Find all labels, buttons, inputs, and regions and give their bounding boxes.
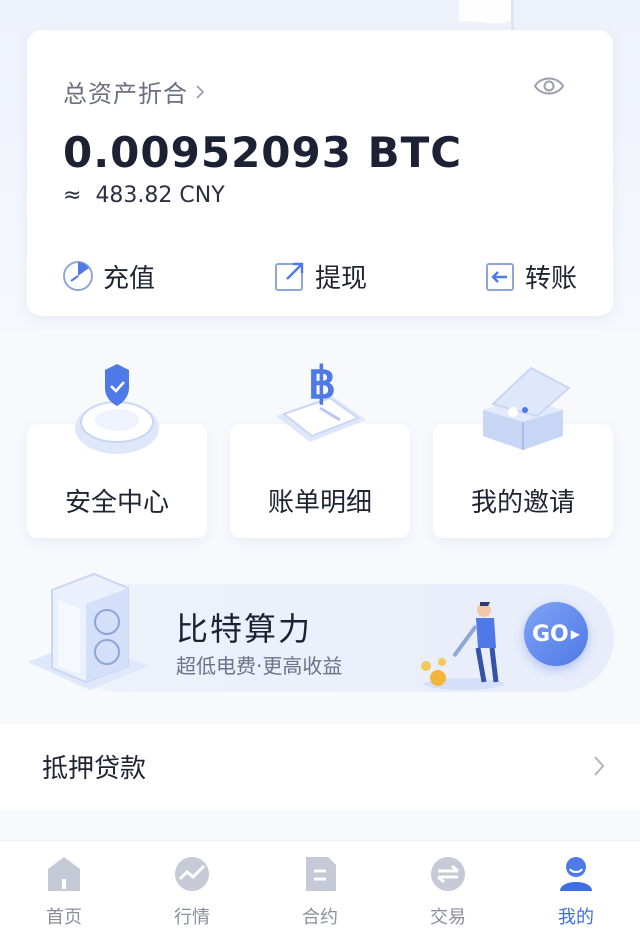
cny-balance-row: ≈483.82 CNY [63, 183, 225, 208]
svg-text:฿: ฿ [308, 359, 336, 408]
btc-balance: 0.00952093 BTC [63, 128, 463, 177]
contract-icon [306, 857, 336, 891]
hashrate-banner[interactable]: 比特算力 超低电费·更高收益 GO ▶ [24, 572, 618, 692]
withdraw-icon [275, 262, 304, 291]
shield-icon [75, 364, 159, 454]
deposit-label: 充值 [103, 263, 156, 294]
bill-details-label: 账单明细 [267, 488, 372, 518]
deposit-button[interactable]: 充值 [61, 252, 155, 300]
mining-machine-icon [28, 572, 148, 690]
tab-mine[interactable]: 我的 [526, 851, 626, 931]
go-button[interactable]: GO ▶ [524, 602, 588, 666]
total-assets-link[interactable]: 总资产折合 [63, 74, 206, 109]
bill-details-tile[interactable]: ฿ 账单明细 [230, 358, 410, 538]
transfer-label: 转账 [525, 263, 578, 294]
withdraw-button[interactable]: 提现 [273, 252, 367, 300]
miner-figure-icon [421, 602, 504, 690]
tab-home[interactable]: 首页 [14, 851, 114, 931]
chevron-right-icon [196, 84, 205, 99]
bitcoin-phone-icon: ฿ [276, 359, 366, 442]
asset-card: 总资产折合 0.00952093 BTC ≈483.82 CNY 充值 提现 转… [27, 30, 613, 316]
security-center-tile[interactable]: 安全中心 [27, 358, 207, 538]
transfer-icon [486, 263, 514, 291]
chevron-right-icon [594, 756, 605, 776]
tab-trade[interactable]: 交易 [398, 851, 498, 931]
flag-decoration-icon [459, 0, 514, 32]
tab-market-label: 行情 [174, 907, 210, 928]
tab-market[interactable]: 行情 [142, 851, 242, 931]
play-arrow-icon: ▶ [570, 627, 580, 641]
my-invites-label: 我的邀请 [470, 488, 575, 518]
home-icon [48, 857, 80, 891]
tab-mine-label: 我的 [558, 907, 594, 928]
exchange-icon [431, 857, 465, 891]
approx-symbol: ≈ [63, 183, 82, 208]
withdraw-label: 提现 [315, 263, 368, 294]
banner-subtitle: 超低电费·更高收益 [176, 654, 343, 678]
my-invites-tile[interactable]: 我的邀请 [433, 358, 613, 538]
asset-actions: 充值 提现 转账 [27, 252, 613, 302]
bottom-tab-bar: 首页 行情 合约 交易 我的 [0, 840, 640, 933]
total-assets-label: 总资产折合 [63, 80, 188, 108]
user-icon [560, 857, 592, 891]
go-label: GO [532, 621, 569, 647]
eye-icon[interactable] [533, 74, 565, 98]
tab-trade-label: 交易 [430, 907, 466, 928]
collateral-loan-label: 抵押贷款 [42, 754, 147, 784]
tab-contract-label: 合约 [302, 907, 338, 928]
banner-title: 比特算力 [176, 610, 313, 648]
tab-contract[interactable]: 合约 [270, 851, 370, 931]
transfer-button[interactable]: 转账 [483, 252, 577, 300]
deposit-icon [63, 261, 93, 291]
security-center-label: 安全中心 [64, 488, 169, 518]
tab-home-label: 首页 [46, 907, 82, 928]
chart-icon [175, 857, 209, 891]
gift-box-icon [483, 366, 571, 450]
collateral-loan-row[interactable]: 抵押贷款 [0, 724, 640, 810]
cny-balance: 483.82 CNY [95, 183, 225, 208]
